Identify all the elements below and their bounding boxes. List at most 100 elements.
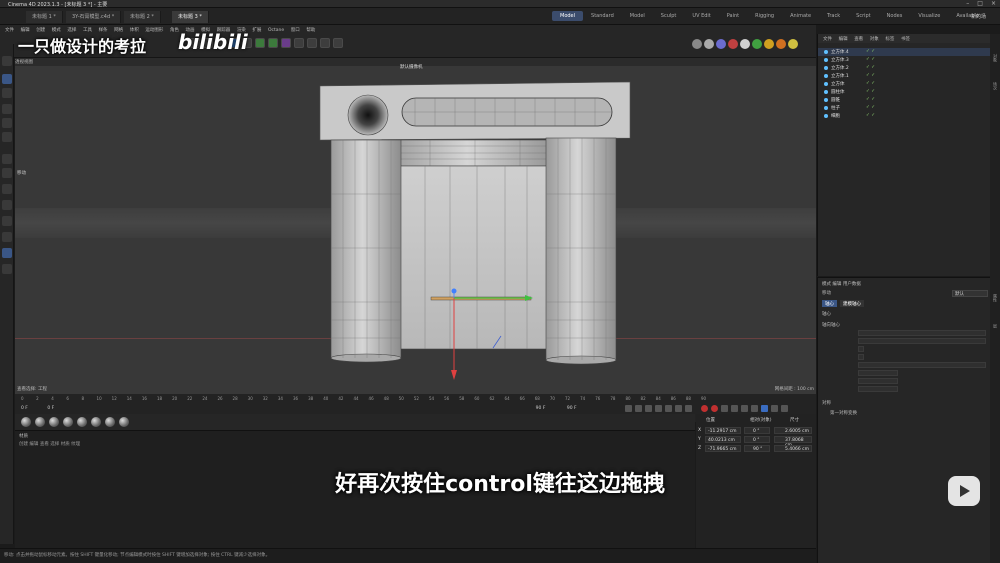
auto-key-icon[interactable] xyxy=(711,405,718,412)
tag-icon[interactable] xyxy=(776,39,786,49)
layout-tab-model[interactable]: Model xyxy=(552,11,584,21)
visible-check-icon[interactable]: ✓ ✓ xyxy=(866,105,875,110)
mograph-icon[interactable] xyxy=(268,38,278,48)
enable-axis-icon[interactable] xyxy=(2,168,12,178)
edge-mode-icon[interactable] xyxy=(2,118,12,128)
modeling-axis-button[interactable]: 建模轴心 xyxy=(840,300,864,307)
render-picture-viewer-icon[interactable] xyxy=(728,39,738,49)
attr-field-6[interactable] xyxy=(858,386,898,392)
play-icon[interactable] xyxy=(655,405,662,412)
tab-doc-3[interactable]: 未标题 2 * xyxy=(124,11,161,23)
visible-check-icon[interactable]: ✓ ✓ xyxy=(866,65,875,70)
material-icon[interactable] xyxy=(764,39,774,49)
current-frame[interactable]: 0 F xyxy=(47,406,54,411)
workplane-icon[interactable] xyxy=(2,264,12,274)
size-z-field[interactable]: 5.4066 cm xyxy=(774,445,812,452)
material-swatch-1[interactable] xyxy=(21,417,31,427)
rot-z-field[interactable]: 90 ° xyxy=(744,445,770,452)
menu-extensions[interactable]: 扩展 xyxy=(252,27,261,33)
field-icon[interactable] xyxy=(294,38,304,48)
layout-tab-script[interactable]: Script xyxy=(848,11,879,21)
material-swatch-6[interactable] xyxy=(91,417,101,427)
material-swatch-2[interactable] xyxy=(35,417,45,427)
model-mode-icon[interactable] xyxy=(2,74,12,84)
visible-check-icon[interactable]: ✓ ✓ xyxy=(866,113,875,118)
undo-icon[interactable] xyxy=(2,56,12,66)
layout-tab-track[interactable]: Track xyxy=(819,11,848,21)
solo-icon[interactable] xyxy=(2,184,12,194)
attributes-side-tab[interactable]: 属性 xyxy=(992,294,998,302)
om-menu-bookmarks[interactable]: 书签 xyxy=(901,36,910,42)
magnet-icon[interactable] xyxy=(2,216,12,226)
minimize-icon[interactable]: – xyxy=(966,0,969,7)
light-bulb-icon[interactable] xyxy=(788,39,798,49)
om-menu-object[interactable]: 对象 xyxy=(870,36,879,42)
render-settings-icon[interactable] xyxy=(716,39,726,49)
param-key-icon[interactable] xyxy=(761,405,768,412)
scale-key-icon[interactable] xyxy=(751,405,758,412)
render-region-icon[interactable] xyxy=(692,39,702,49)
maximize-icon[interactable]: □ xyxy=(977,0,983,7)
go-end-icon[interactable] xyxy=(685,405,692,412)
end-frame-2[interactable]: 90 F xyxy=(567,406,577,411)
object-row[interactable]: 细胞 ✓ ✓ xyxy=(818,112,991,120)
timeline-ruler[interactable]: 0 2 4 6 8 10 12 14 16 18 20 22 24 26 28 30 32 34 36 38 40 42 4… xyxy=(21,396,811,404)
axis-subsection[interactable]: 轴向轴心 xyxy=(822,322,840,328)
material-swatch-3[interactable] xyxy=(49,417,59,427)
om-menu-file[interactable]: 文件 xyxy=(823,36,832,42)
mode-dropdown[interactable]: 默认 xyxy=(952,290,988,297)
next-key-icon[interactable] xyxy=(675,405,682,412)
layout-tab-visualize[interactable]: Visualize xyxy=(910,11,948,21)
attr-field-1[interactable] xyxy=(858,330,986,336)
material-manager-menu[interactable]: 创建 编辑 查看 选择 材质 纹理 xyxy=(19,441,80,447)
layout-tab-sculpt[interactable]: Sculpt xyxy=(653,11,685,21)
menu-mograph[interactable]: 运动图形 xyxy=(145,27,163,33)
tab-doc-1[interactable]: 未标题 1 * xyxy=(26,11,63,23)
object-row[interactable]: 立方体.3 ✓ ✓ xyxy=(818,56,991,64)
material-swatch-8[interactable] xyxy=(119,417,129,427)
material-swatch-7[interactable] xyxy=(105,417,115,427)
symmetry-subsection[interactable]: 对称 xyxy=(822,400,831,406)
layers-side-tab[interactable]: 层 xyxy=(992,324,998,328)
attr-field-4[interactable] xyxy=(858,370,898,376)
object-row[interactable]: 立方体.1 ✓ ✓ xyxy=(818,72,991,80)
end-frame[interactable]: 90 F xyxy=(536,406,546,411)
coords-header-size[interactable]: 相对(对象) xyxy=(750,417,772,423)
layout-tab-rigging[interactable]: Rigging xyxy=(747,11,782,21)
new-scene-button[interactable]: 新的场 xyxy=(971,13,986,20)
attr-check-1[interactable] xyxy=(858,346,864,352)
axis-mode-icon[interactable] xyxy=(2,154,12,164)
pos-z-field[interactable]: -71.9665 cm xyxy=(705,445,741,452)
visible-check-icon[interactable]: ✓ ✓ xyxy=(866,89,875,94)
visible-check-icon[interactable]: ✓ ✓ xyxy=(866,73,875,78)
rot-y-field[interactable]: 0 ° xyxy=(744,436,770,443)
layout-tab-nodes[interactable]: Nodes xyxy=(879,11,911,21)
pos-y-field[interactable]: 40.0213 cm xyxy=(705,436,741,443)
key-icon[interactable] xyxy=(721,405,728,412)
object-row[interactable]: 柱子 ✓ ✓ xyxy=(818,104,991,112)
layout-tab-animate[interactable]: Animate xyxy=(782,11,819,21)
close-icon[interactable]: × xyxy=(991,0,996,7)
snap-icon[interactable] xyxy=(2,200,12,210)
octane-icon[interactable] xyxy=(740,39,750,49)
layout-tab-standard[interactable]: Standard xyxy=(583,11,622,21)
visible-check-icon[interactable]: ✓ ✓ xyxy=(866,81,875,86)
om-menu-edit[interactable]: 编辑 xyxy=(839,36,848,42)
point-mode-icon[interactable] xyxy=(2,104,12,114)
om-menu-view[interactable]: 查看 xyxy=(854,36,863,42)
axis-button[interactable]: 轴心 xyxy=(822,300,837,307)
size-y-field[interactable]: 37.8068 cm xyxy=(774,436,812,448)
om-menu-tags[interactable]: 标签 xyxy=(885,36,894,42)
layout-tab-model-2[interactable]: Model xyxy=(622,11,653,21)
object-row[interactable]: 圆锥 ✓ ✓ xyxy=(818,96,991,104)
position-key-icon[interactable] xyxy=(731,405,738,412)
layout-tab-paint[interactable]: Paint xyxy=(719,11,747,21)
start-frame[interactable]: 0 F xyxy=(21,406,28,411)
menu-window[interactable]: 窗口 xyxy=(291,27,300,33)
render-view-icon[interactable] xyxy=(704,39,714,49)
visible-check-icon[interactable]: ✓ ✓ xyxy=(866,97,875,102)
size-x-field[interactable]: 2.6005 cm xyxy=(774,427,812,434)
object-row[interactable]: 立方体 ✓ ✓ xyxy=(818,80,991,88)
deformer-icon[interactable] xyxy=(281,38,291,48)
object-row[interactable]: 立方体.2 ✓ ✓ xyxy=(818,64,991,72)
